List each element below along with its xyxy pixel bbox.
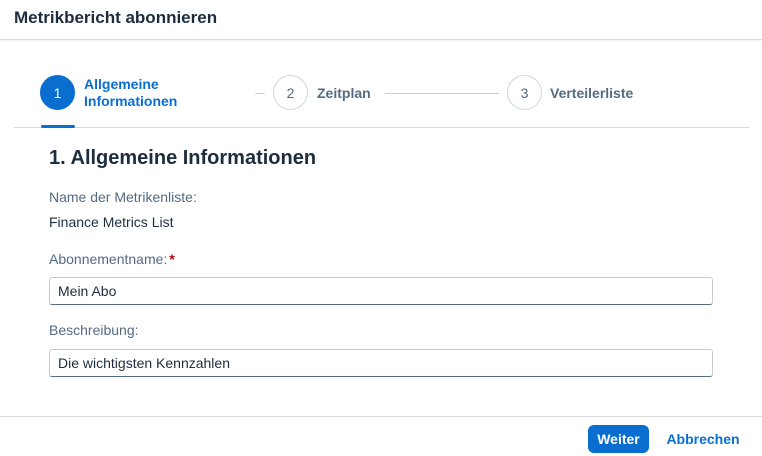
required-mark: * xyxy=(169,251,175,267)
dialog-title: Metrikbericht abonnieren xyxy=(14,8,218,27)
subscription-name-label: Abonnementname: * xyxy=(49,251,175,267)
dialog-footer: Weiter Abbrechen xyxy=(0,416,762,456)
description-input[interactable] xyxy=(49,349,713,377)
active-step-indicator xyxy=(41,125,75,128)
subscribe-dialog: Metrikbericht abonnieren 1 Allgemeine In… xyxy=(0,0,762,456)
wizard-step-3-number: 3 xyxy=(520,84,529,101)
wizard-step-1-circle[interactable]: 1 xyxy=(40,75,75,110)
wizard-step-3-circle[interactable]: 3 xyxy=(507,75,542,110)
wizard-step-1-label-line2: Informationen xyxy=(84,93,178,109)
wizard-step-1-number: 1 xyxy=(53,84,62,101)
metric-list-value: Finance Metrics List xyxy=(49,214,174,230)
wizard-step-3-label[interactable]: Verteilerliste xyxy=(550,85,633,101)
wizard-step-1-label[interactable]: Allgemeine Informationen xyxy=(84,76,177,110)
dialog-header: Metrikbericht abonnieren xyxy=(0,0,762,40)
wizard-step-1-label-line1: Allgemeine xyxy=(84,76,159,92)
wizard-connector-1 xyxy=(255,93,265,94)
metric-list-label: Name der Metrikenliste: xyxy=(49,189,197,205)
next-button[interactable]: Weiter xyxy=(588,425,649,453)
wizard-step-2-number: 2 xyxy=(286,84,295,101)
wizard-progress-bar: 1 Allgemeine Informationen 2 Zeitplan 3 … xyxy=(14,58,749,128)
wizard-step-2-label[interactable]: Zeitplan xyxy=(317,85,371,101)
cancel-button[interactable]: Abbrechen xyxy=(660,425,746,453)
subscription-name-input[interactable] xyxy=(49,277,713,305)
wizard-connector-2 xyxy=(385,93,499,94)
description-label: Beschreibung: xyxy=(49,322,139,338)
subscription-name-label-text: Abonnementname: xyxy=(49,251,168,267)
wizard-step-2-circle[interactable]: 2 xyxy=(273,75,308,110)
section-title: 1. Allgemeine Informationen xyxy=(49,147,317,169)
